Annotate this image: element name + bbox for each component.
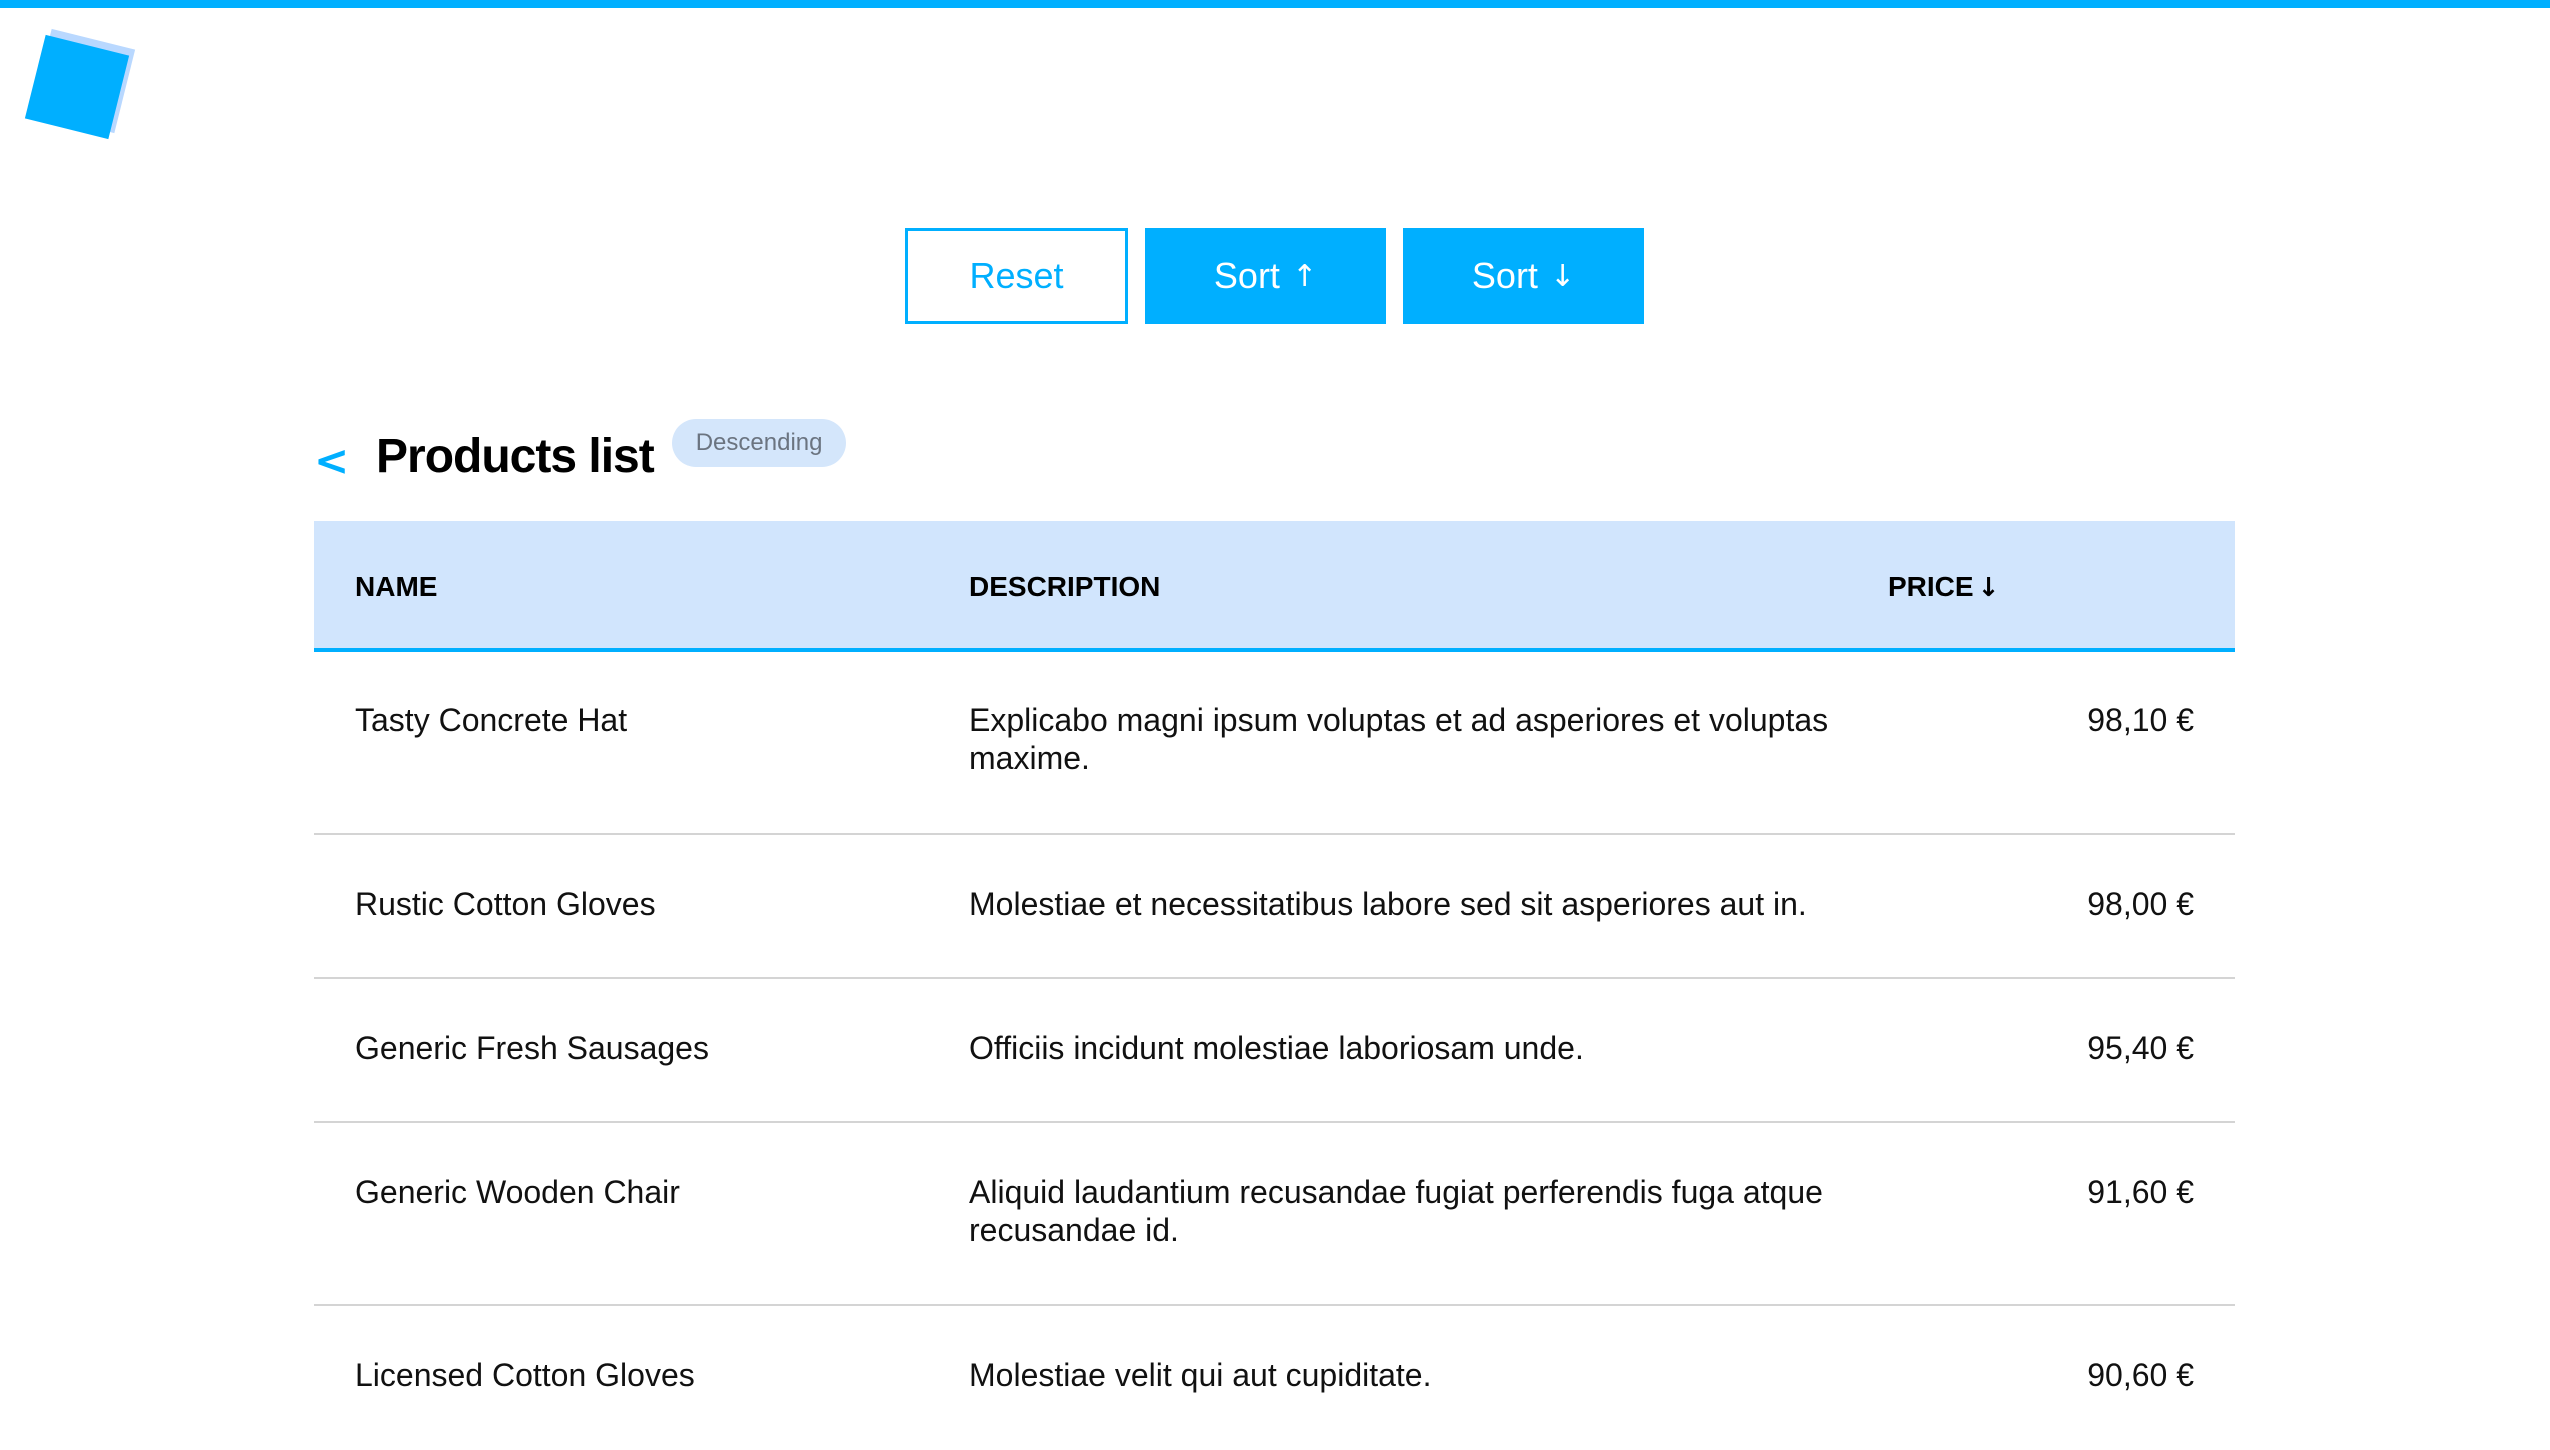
product-name: Generic Wooden Chair: [355, 1174, 680, 1210]
column-header-name[interactable]: NAME: [355, 571, 437, 603]
sort-descending-label: Sort: [1471, 255, 1538, 296]
table-row[interactable]: Generic Wooden Chair Aliquid laudantium …: [314, 1123, 2235, 1306]
reset-button[interactable]: Reset: [905, 228, 1128, 324]
reset-button-label: Reset: [969, 255, 1064, 296]
page-header: < Products list Descending: [314, 416, 847, 485]
table-row[interactable]: Generic Fresh Sausages Officiis incidunt…: [314, 979, 2235, 1123]
product-name: Tasty Concrete Hat: [355, 702, 628, 738]
column-header-price-label: PRICE: [1888, 571, 1974, 602]
product-description: Molestiae et necessitatibus labore sed s…: [969, 886, 1807, 922]
product-name: Rustic Cotton Gloves: [355, 886, 656, 922]
table-header: NAME DESCRIPTION PRICE ↓: [314, 521, 2235, 652]
sort-toolbar: Reset Sort ↑ Sort ↓: [905, 228, 1644, 324]
logo-icon[interactable]: [24, 28, 136, 140]
product-description: Aliquid laudantium recusandae fugiat per…: [969, 1174, 1823, 1248]
product-name: Generic Fresh Sausages: [355, 1030, 709, 1066]
column-header-description[interactable]: DESCRIPTION: [969, 571, 1160, 603]
product-price: 95,40 €: [2087, 1030, 2194, 1066]
chevron-left-icon[interactable]: <: [314, 436, 376, 485]
product-description: Molestiae velit qui aut cupiditate.: [969, 1357, 1432, 1393]
arrow-down-icon: ↓: [1549, 258, 1576, 294]
sort-ascending-label: Sort: [1213, 255, 1280, 296]
product-description: Officiis incidunt molestiae laboriosam u…: [969, 1030, 1584, 1066]
product-name: Licensed Cotton Gloves: [355, 1357, 695, 1393]
products-table: NAME DESCRIPTION PRICE ↓ Tasty Concrete H…: [314, 521, 2235, 1450]
sort-down-icon: ↓: [1977, 573, 2000, 603]
product-price: 98,10 €: [2087, 702, 2194, 738]
product-price: 90,60 €: [2087, 1357, 2194, 1393]
sort-descending-button[interactable]: Sort ↓: [1403, 228, 1644, 324]
sort-ascending-button[interactable]: Sort ↑: [1145, 228, 1386, 324]
product-price: 98,00 €: [2087, 886, 2194, 922]
product-price: 91,60 €: [2087, 1174, 2194, 1210]
top-accent-bar: [0, 0, 2550, 8]
sort-order-badge: Descending: [671, 418, 847, 467]
product-description: Explicabo magni ipsum voluptas et ad asp…: [969, 702, 1829, 776]
table-row[interactable]: Tasty Concrete Hat Explicabo magni ipsum…: [314, 652, 2235, 835]
page-title: Products list: [376, 430, 655, 483]
table-row[interactable]: Rustic Cotton Gloves Molestiae et necess…: [314, 835, 2235, 979]
column-header-price[interactable]: PRICE ↓: [1888, 571, 1999, 603]
arrow-up-icon: ↑: [1291, 258, 1318, 294]
table-row[interactable]: Licensed Cotton Gloves Molestiae velit q…: [314, 1306, 2235, 1450]
